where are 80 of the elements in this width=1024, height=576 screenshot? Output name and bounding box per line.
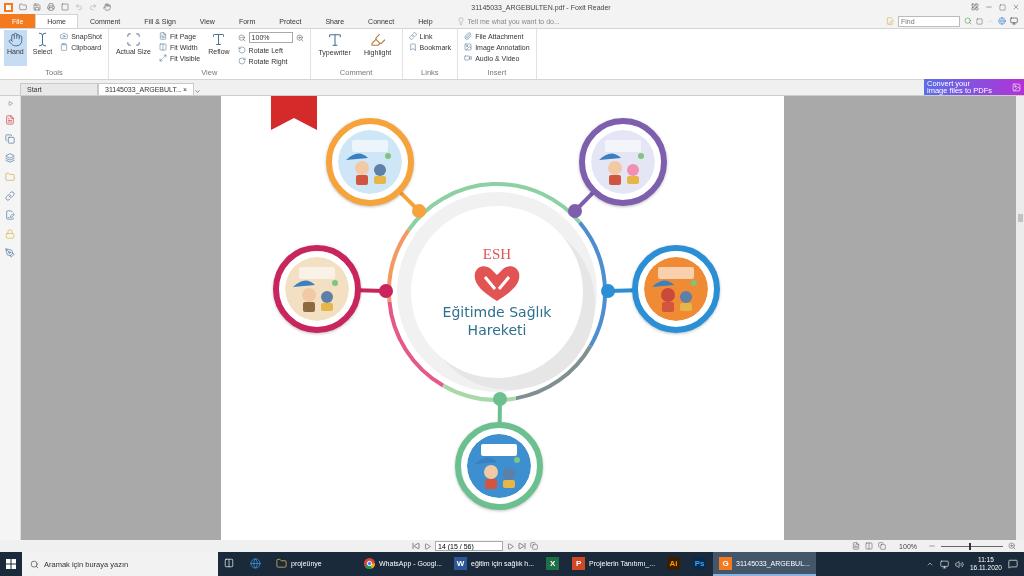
scrollbar-thumb[interactable]: [1017, 214, 1023, 222]
page-icon: [159, 32, 167, 40]
last-page-icon: [518, 542, 526, 550]
text-icon: [211, 32, 227, 47]
network-icon: [939, 559, 949, 569]
columns-icon: [159, 43, 167, 51]
signature-icon: [5, 210, 15, 220]
folder-icon: [276, 557, 287, 569]
clipboard-icon: [60, 43, 69, 51]
expand-panel-icon: [7, 101, 13, 106]
search-icon: [30, 559, 39, 569]
app-icon: P: [572, 556, 586, 570]
dropdown-icon: [194, 88, 201, 95]
paperclip-icon: [464, 32, 473, 40]
app-icon: Ai: [667, 556, 681, 570]
video-icon: [464, 54, 473, 62]
print-icon: [47, 3, 55, 11]
slider-thumb[interactable]: [968, 542, 971, 550]
camera-icon: [60, 32, 69, 40]
image-icon: [464, 43, 473, 51]
redo-icon: [89, 3, 97, 11]
globe-icon: [998, 17, 1006, 25]
zoom-in-icon: [295, 33, 304, 42]
search-icon: [964, 17, 972, 25]
taskbar-app[interactable]: Ps: [687, 552, 714, 576]
taskbar-app[interactable]: X: [540, 552, 567, 576]
link-icon: [5, 191, 15, 201]
pages-icon: [5, 134, 15, 144]
frame-icon: [125, 32, 141, 47]
minimize-icon: [985, 3, 993, 11]
screen-icon: [1010, 17, 1018, 25]
logo-title: Eğitimde Sağlık: [442, 302, 552, 321]
image-icon: [1012, 82, 1021, 92]
previous-page-icon: [424, 542, 431, 550]
attachment-icon: [5, 172, 15, 182]
rotate-right-icon: [237, 57, 246, 65]
lock-icon: [5, 229, 15, 239]
rotate-left-icon: [237, 46, 246, 54]
options-icon: [976, 17, 983, 25]
page-icon: [5, 115, 15, 125]
single-page-icon: [852, 542, 861, 550]
zoom-out-icon: [237, 33, 246, 42]
find-options-icon: [886, 17, 894, 25]
next-page-icon: [507, 542, 514, 550]
zoom-out-icon: [928, 542, 936, 550]
browser-icon: [364, 557, 375, 569]
continuous-icon: [865, 542, 874, 550]
window-icon: [61, 3, 69, 11]
undo-icon: [75, 3, 83, 11]
lightbulb-icon: [456, 17, 465, 25]
link-icon: [408, 32, 417, 40]
facing-icon: [878, 542, 887, 550]
grid-icon: [971, 3, 979, 11]
windows-icon: [6, 559, 16, 569]
hand-icon: [103, 3, 111, 11]
highlighter-icon: [369, 32, 386, 48]
browser-icon: [250, 557, 261, 569]
page-view-icon: [530, 542, 538, 550]
app-icon: W: [454, 556, 468, 570]
logo-acronym: ESH: [482, 245, 512, 263]
pen-icon: [5, 248, 15, 258]
volume-icon: [954, 559, 964, 569]
first-page-icon: [412, 542, 420, 550]
zoom-in-icon: [1008, 542, 1016, 550]
folder-icon: [19, 3, 27, 11]
bookmark-icon: [408, 43, 417, 51]
close-icon: [1012, 3, 1020, 11]
notifications-icon: [1008, 559, 1018, 569]
app-icon: Ps: [693, 556, 707, 570]
maximize-icon: [999, 3, 1006, 11]
hand-icon: [7, 32, 23, 47]
expand-icon: [159, 54, 167, 62]
app-icon: G: [719, 556, 733, 570]
app-icon: X: [546, 556, 560, 570]
layers-icon: [5, 153, 15, 163]
tray-expand-icon: [925, 560, 934, 568]
save-icon: [33, 3, 41, 11]
logo-title: Hareketi: [467, 320, 527, 339]
taskbar-app[interactable]: Ai: [661, 552, 688, 576]
task-view-icon: [224, 558, 234, 568]
